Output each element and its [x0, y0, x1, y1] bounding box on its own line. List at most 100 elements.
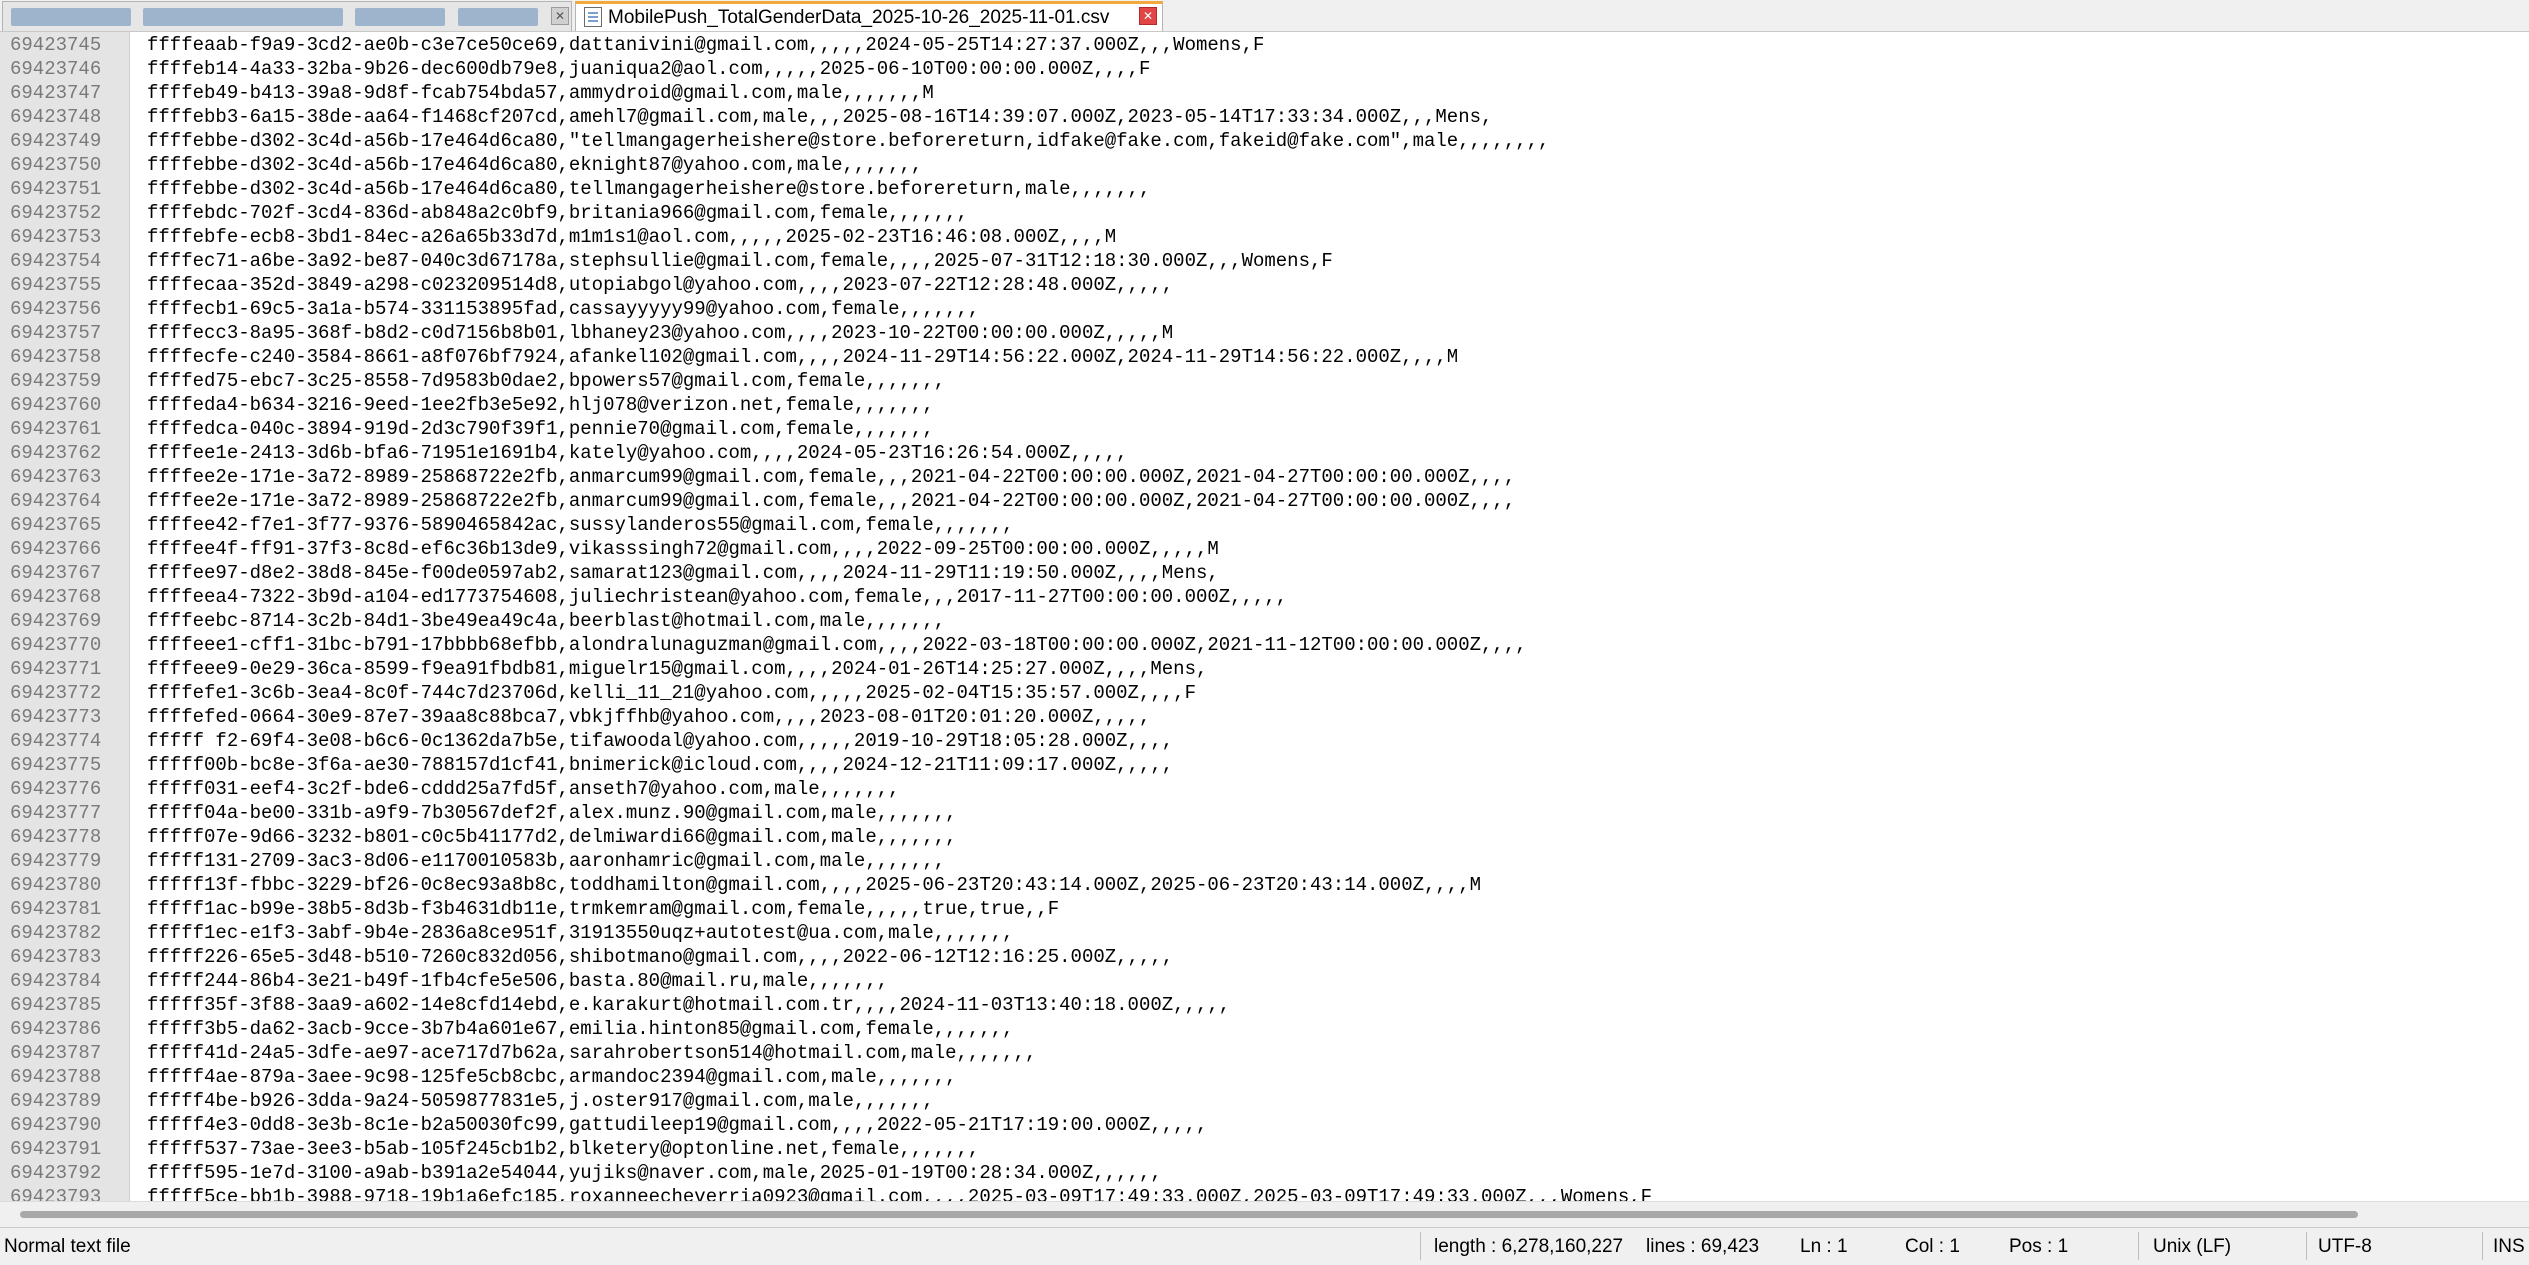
editor-line[interactable]: 69423785 fffff35f-3f88-3aa9-a602-14e8cfd1…	[0, 993, 2529, 1017]
line-text[interactable]: fffff4e3-0dd8-3e3b-8c1e-b2a50030fc99,gat…	[147, 1113, 1207, 1137]
editor-line[interactable]: 69423745 ffffeaab-f9a9-3cd2-ae0b-c3e7ce50…	[0, 33, 2529, 57]
line-text[interactable]: fffff1ec-e1f3-3abf-9b4e-2836a8ce951f,319…	[147, 921, 1014, 945]
editor-line[interactable]: 69423773 ffffefed-0664-30e9-87e7-39aa8c88…	[0, 705, 2529, 729]
line-text[interactable]: ffffebbe-d302-3c4d-a56b-17e464d6ca80,ekn…	[147, 153, 922, 177]
line-text[interactable]: fffff226-65e5-3d48-b510-7260c832d056,shi…	[147, 945, 1173, 969]
line-text[interactable]: ffffeaab-f9a9-3cd2-ae0b-c3e7ce50ce69,dat…	[147, 33, 1264, 57]
line-text[interactable]: fffff13f-fbbc-3229-bf26-0c8ec93a8b8c,tod…	[147, 873, 1481, 897]
line-text[interactable]: ffffeee1-cff1-31bc-b791-17bbbb68efbb,alo…	[147, 633, 1527, 657]
editor-line[interactable]: 69423748 ffffebb3-6a15-38de-aa64-f1468cf2…	[0, 105, 2529, 129]
editor-line[interactable]: 69423750 ffffebbe-d302-3c4d-a56b-17e464d6…	[0, 153, 2529, 177]
editor-line[interactable]: 69423774 fffff f2-69f4-3e08-b6c6-0c1362da…	[0, 729, 2529, 753]
line-text[interactable]: ffffecfe-c240-3584-8661-a8f076bf7924,afa…	[147, 345, 1458, 369]
line-text[interactable]: ffffedca-040c-3894-919d-2d3c790f39f1,pen…	[147, 417, 934, 441]
close-icon[interactable]: ✕	[1139, 7, 1157, 25]
line-text[interactable]: ffffed75-ebc7-3c25-8558-7d9583b0dae2,bpo…	[147, 369, 945, 393]
editor-line[interactable]: 69423757 ffffecc3-8a95-368f-b8d2-c0d7156b…	[0, 321, 2529, 345]
line-text[interactable]: fffff4be-b926-3dda-9a24-5059877831e5,j.o…	[147, 1089, 934, 1113]
editor-line[interactable]: 69423763 ffffee2e-171e-3a72-8989-25868722…	[0, 465, 2529, 489]
editor-line[interactable]: 69423764 ffffee2e-171e-3a72-8989-25868722…	[0, 489, 2529, 513]
editor-line[interactable]: 69423747 ffffeb49-b413-39a8-9d8f-fcab754b…	[0, 81, 2529, 105]
editor-line[interactable]: 69423779 fffff131-2709-3ac3-8d06-e1170010…	[0, 849, 2529, 873]
editor-line[interactable]: 69423759 ffffed75-ebc7-3c25-8558-7d9583b0…	[0, 369, 2529, 393]
editor-line[interactable]: 69423780 fffff13f-fbbc-3229-bf26-0c8ec93a…	[0, 873, 2529, 897]
line-text[interactable]: ffffecc3-8a95-368f-b8d2-c0d7156b8b01,lbh…	[147, 321, 1173, 345]
editor-line[interactable]: 69423792 fffff595-1e7d-3100-a9ab-b391a2e5…	[0, 1161, 2529, 1185]
close-icon[interactable]: ✕	[551, 7, 569, 25]
line-text[interactable]: fffff244-86b4-3e21-b49f-1fb4cfe5e506,bas…	[147, 969, 888, 993]
line-text[interactable]: ffffee1e-2413-3d6b-bfa6-71951e1691b4,kat…	[147, 441, 1128, 465]
scrollbar-thumb[interactable]	[20, 1211, 2358, 1218]
line-text[interactable]: fffff031-eef4-3c2f-bde6-cddd25a7fd5f,ans…	[147, 777, 900, 801]
line-text[interactable]: fffff41d-24a5-3dfe-ae97-ace717d7b62a,sar…	[147, 1041, 1036, 1065]
line-text[interactable]: ffffee42-f7e1-3f77-9376-5890465842ac,sus…	[147, 513, 1014, 537]
horizontal-scrollbar[interactable]	[0, 1201, 2529, 1227]
line-text[interactable]: fffff3b5-da62-3acb-9cce-3b7b4a601e67,emi…	[147, 1017, 1014, 1041]
editor-line[interactable]: 69423753 ffffebfe-ecb8-3bd1-84ec-a26a65b3…	[0, 225, 2529, 249]
line-text[interactable]: fffff1ac-b99e-38b5-8d3b-f3b4631db11e,trm…	[147, 897, 1059, 921]
editor-line[interactable]: 69423771 ffffeee9-0e29-36ca-8599-f9ea91fb…	[0, 657, 2529, 681]
line-text[interactable]: ffffebfe-ecb8-3bd1-84ec-a26a65b33d7d,m1m…	[147, 225, 1116, 249]
editor-line[interactable]: 69423755 ffffecaa-352d-3849-a298-c0232095…	[0, 273, 2529, 297]
editor-line[interactable]: 69423760 ffffeda4-b634-3216-9eed-1ee2fb3e…	[0, 393, 2529, 417]
tab-inactive[interactable]: ✕	[2, 1, 572, 31]
editor-line[interactable]: 69423766 ffffee4f-ff91-37f3-8c8d-ef6c36b1…	[0, 537, 2529, 561]
editor-line[interactable]: 69423754 ffffec71-a6be-3a92-be87-040c3d67…	[0, 249, 2529, 273]
editor-line[interactable]: 69423761 ffffedca-040c-3894-919d-2d3c790f…	[0, 417, 2529, 441]
line-text[interactable]: ffffeb49-b413-39a8-9d8f-fcab754bda57,amm…	[147, 81, 934, 105]
editor-line[interactable]: 69423756 ffffecb1-69c5-3a1a-b574-33115389…	[0, 297, 2529, 321]
line-text[interactable]: ffffec71-a6be-3a92-be87-040c3d67178a,ste…	[147, 249, 1333, 273]
editor-line[interactable]: 69423784 fffff244-86b4-3e21-b49f-1fb4cfe5…	[0, 969, 2529, 993]
editor-line[interactable]: 69423767 ffffee97-d8e2-38d8-845e-f00de059…	[0, 561, 2529, 585]
editor-line[interactable]: 69423772 ffffefe1-3c6b-3ea4-8c0f-744c7d23…	[0, 681, 2529, 705]
editor-line[interactable]: 69423758 ffffecfe-c240-3584-8661-a8f076bf…	[0, 345, 2529, 369]
line-text[interactable]: fffff4ae-879a-3aee-9c98-125fe5cb8cbc,arm…	[147, 1065, 957, 1089]
line-text[interactable]: fffff35f-3f88-3aa9-a602-14e8cfd14ebd,e.k…	[147, 993, 1230, 1017]
line-text[interactable]: fffff537-73ae-3ee3-b5ab-105f245cb1b2,blk…	[147, 1137, 979, 1161]
editor-line[interactable]: 69423791 fffff537-73ae-3ee3-b5ab-105f245c…	[0, 1137, 2529, 1161]
editor-line[interactable]: 69423776 fffff031-eef4-3c2f-bde6-cddd25a7…	[0, 777, 2529, 801]
line-text[interactable]: ffffeda4-b634-3216-9eed-1ee2fb3e5e92,hlj…	[147, 393, 934, 417]
line-text[interactable]: ffffeee9-0e29-36ca-8599-f9ea91fbdb81,mig…	[147, 657, 1207, 681]
editor-line[interactable]: 69423781 fffff1ac-b99e-38b5-8d3b-f3b4631d…	[0, 897, 2529, 921]
line-text[interactable]: ffffebbe-d302-3c4d-a56b-17e464d6ca80,"te…	[147, 129, 1549, 153]
editor-line[interactable]: 69423765 ffffee42-f7e1-3f77-9376-58904658…	[0, 513, 2529, 537]
editor-line[interactable]: 69423782 fffff1ec-e1f3-3abf-9b4e-2836a8ce…	[0, 921, 2529, 945]
editor-line[interactable]: 69423775 fffff00b-bc8e-3f6a-ae30-788157d1…	[0, 753, 2529, 777]
editor-line[interactable]: 69423789 fffff4be-b926-3dda-9a24-50598778…	[0, 1089, 2529, 1113]
editor-line[interactable]: 69423751 ffffebbe-d302-3c4d-a56b-17e464d6…	[0, 177, 2529, 201]
editor-line[interactable]: 69423788 fffff4ae-879a-3aee-9c98-125fe5cb…	[0, 1065, 2529, 1089]
editor-line[interactable]: 69423770 ffffeee1-cff1-31bc-b791-17bbbb68…	[0, 633, 2529, 657]
editor-line[interactable]: 69423778 fffff07e-9d66-3232-b801-c0c5b411…	[0, 825, 2529, 849]
editor-line[interactable]: 69423787 fffff41d-24a5-3dfe-ae97-ace717d7…	[0, 1041, 2529, 1065]
line-text[interactable]: fffff131-2709-3ac3-8d06-e1170010583b,aar…	[147, 849, 945, 873]
editor-line[interactable]: 69423777 fffff04a-be00-331b-a9f9-7b30567d…	[0, 801, 2529, 825]
editor-line[interactable]: 69423769 ffffeebc-8714-3c2b-84d1-3be49ea4…	[0, 609, 2529, 633]
line-text[interactable]: ffffee2e-171e-3a72-8989-25868722e2fb,anm…	[147, 465, 1515, 489]
editor-line[interactable]: 69423768 ffffeea4-7322-3b9d-a104-ed177375…	[0, 585, 2529, 609]
editor-line[interactable]: 69423746 ffffeb14-4a33-32ba-9b26-dec600db…	[0, 57, 2529, 81]
editor-line[interactable]: 69423762 ffffee1e-2413-3d6b-bfa6-71951e16…	[0, 441, 2529, 465]
line-text[interactable]: ffffebb3-6a15-38de-aa64-f1468cf207cd,ame…	[147, 105, 1492, 129]
line-text[interactable]: ffffefed-0664-30e9-87e7-39aa8c88bca7,vbk…	[147, 705, 1150, 729]
line-text[interactable]: ffffee2e-171e-3a72-8989-25868722e2fb,anm…	[147, 489, 1515, 513]
line-text[interactable]: ffffee4f-ff91-37f3-8c8d-ef6c36b13de9,vik…	[147, 537, 1219, 561]
tab-active[interactable]: MobilePush_TotalGenderData_2025-10-26_20…	[575, 1, 1163, 31]
editor-line[interactable]: 69423749 ffffebbe-d302-3c4d-a56b-17e464d6…	[0, 129, 2529, 153]
line-text[interactable]: fffff f2-69f4-3e08-b6c6-0c1362da7b5e,tif…	[147, 729, 1173, 753]
line-text[interactable]: ffffecb1-69c5-3a1a-b574-331153895fad,cas…	[147, 297, 979, 321]
line-text[interactable]: fffff07e-9d66-3232-b801-c0c5b41177d2,del…	[147, 825, 957, 849]
line-text[interactable]: ffffefe1-3c6b-3ea4-8c0f-744c7d23706d,kel…	[147, 681, 1196, 705]
editor-line[interactable]: 69423790 fffff4e3-0dd8-3e3b-8c1e-b2a50030…	[0, 1113, 2529, 1137]
line-text[interactable]: fffff00b-bc8e-3f6a-ae30-788157d1cf41,bni…	[147, 753, 1173, 777]
line-text[interactable]: ffffee97-d8e2-38d8-845e-f00de0597ab2,sam…	[147, 561, 1219, 585]
line-text[interactable]: ffffebbe-d302-3c4d-a56b-17e464d6ca80,tel…	[147, 177, 1150, 201]
line-text[interactable]: fffff04a-be00-331b-a9f9-7b30567def2f,ale…	[147, 801, 957, 825]
line-text[interactable]: ffffeb14-4a33-32ba-9b26-dec600db79e8,jua…	[147, 57, 1150, 81]
text-editor[interactable]: 69423745 ffffeaab-f9a9-3cd2-ae0b-c3e7ce50…	[0, 32, 2529, 1201]
editor-line[interactable]: 69423783 fffff226-65e5-3d48-b510-7260c832…	[0, 945, 2529, 969]
line-text[interactable]: ffffeea4-7322-3b9d-a104-ed1773754608,jul…	[147, 585, 1287, 609]
line-text[interactable]: ffffecaa-352d-3849-a298-c023209514d8,uto…	[147, 273, 1173, 297]
line-text[interactable]: fffff595-1e7d-3100-a9ab-b391a2e54044,yuj…	[147, 1161, 1162, 1185]
editor-line[interactable]: 69423793 fffff5ce-bb1b-3988-9718-19b1a6ef…	[0, 1185, 2529, 1201]
